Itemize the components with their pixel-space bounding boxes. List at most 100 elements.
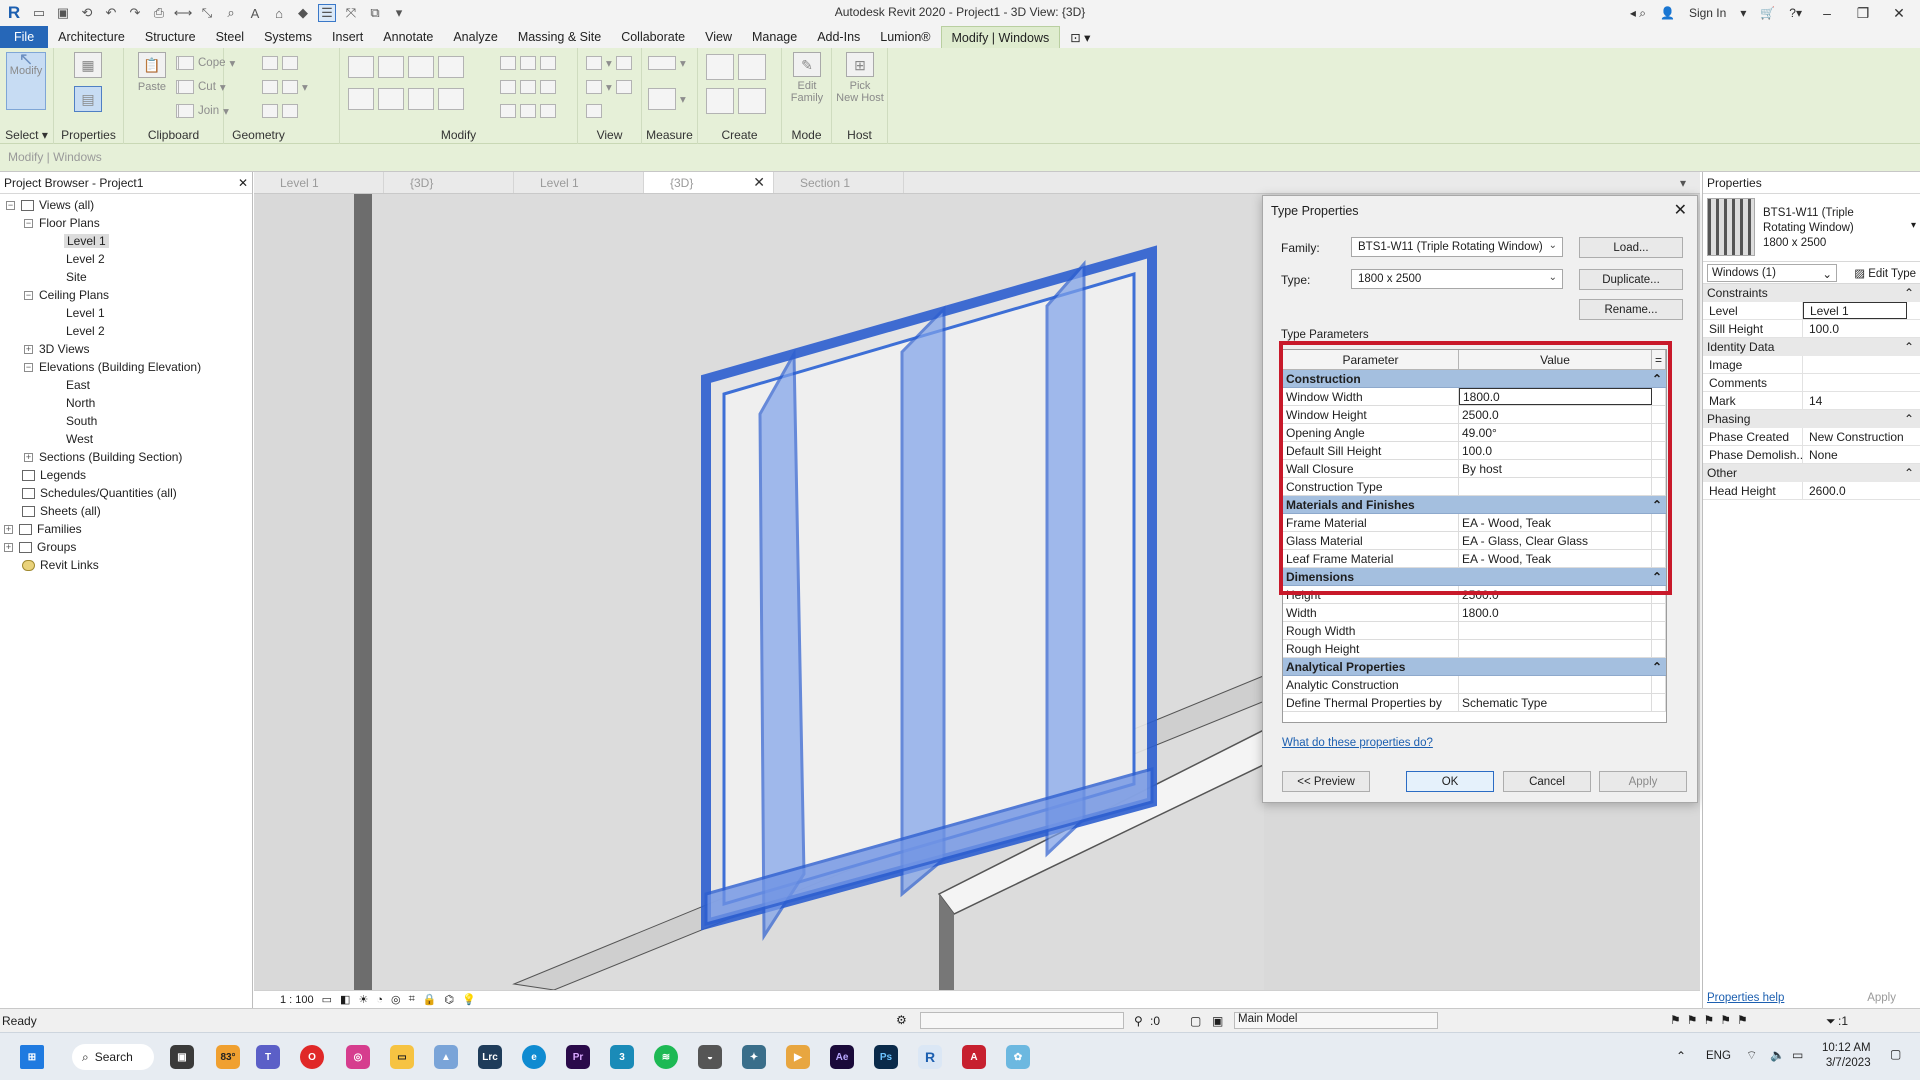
open-icon[interactable]: ▭ (30, 4, 48, 22)
user-icon[interactable]: 👤 (1660, 6, 1675, 20)
revit-logo-icon[interactable]: R (4, 3, 24, 23)
tree-item-north[interactable]: North (66, 394, 95, 412)
rename-button[interactable]: Rename... (1579, 299, 1683, 320)
reveal-icon[interactable]: 💡 (462, 993, 476, 1006)
tree-item-groups[interactable]: + Groups (4, 538, 76, 556)
crop-icon[interactable]: ⌗ (409, 993, 415, 1006)
filter-icon[interactable]: ⏷ (1826, 1014, 1836, 1029)
tree-item-floor-level-2[interactable]: Level 2 (66, 250, 105, 268)
close-button[interactable]: ✕ (1888, 5, 1910, 22)
text-icon[interactable]: A (246, 4, 264, 22)
param-row[interactable]: Window Width 1800.0 (1283, 388, 1666, 406)
design-options-icon[interactable]: ▢ (1190, 1014, 1201, 1028)
sign-in-link[interactable]: Sign In (1689, 6, 1726, 20)
switch-windows-icon[interactable]: ⧉ (366, 4, 384, 22)
close-icon[interactable]: ✕ (1674, 200, 1687, 220)
load-button[interactable]: Load... (1579, 237, 1683, 258)
volume-icon[interactable]: 🔈 (1770, 1048, 1785, 1062)
section-construction[interactable]: Construction ⌃ (1283, 370, 1666, 388)
view-tab-3d-active[interactable]: {3D} ✕ (644, 172, 774, 193)
param-row[interactable]: Height 2500.0 (1283, 586, 1666, 604)
view-tab-level-1-b[interactable]: Level 1 (514, 172, 644, 193)
tree-item-east[interactable]: East (66, 376, 90, 394)
prop-row[interactable]: Comments (1703, 374, 1920, 392)
section-dimensions[interactable]: Dimensions ⌃ (1283, 568, 1666, 586)
tree-item-west[interactable]: West (66, 430, 93, 448)
ribbon-options-icon[interactable]: ⊡ ▾ (1060, 26, 1100, 48)
view-tab-level-1[interactable]: Level 1 (254, 172, 384, 193)
window-width-input[interactable]: 1800.0 (1459, 388, 1652, 405)
restore-button[interactable]: ❐ (1852, 5, 1874, 22)
modify-small-tools-3[interactable] (500, 104, 556, 118)
param-row[interactable]: Rough Height (1283, 640, 1666, 658)
task-view-icon[interactable]: ▣ (170, 1045, 194, 1069)
param-row[interactable]: Window Height 2500.0 (1283, 406, 1666, 424)
section-icon[interactable]: ◆ (294, 4, 312, 22)
start-icon[interactable]: ⊞ (20, 1045, 44, 1069)
premiere-icon[interactable]: Pr (566, 1045, 590, 1069)
prop-section-identity[interactable]: Identity Data ⌃ (1703, 338, 1920, 356)
chevron-down-icon[interactable]: ▾ (1740, 6, 1746, 20)
properties-apply-button[interactable]: Apply (1867, 992, 1916, 1004)
type-selector[interactable]: BTS1-W11 (Triple Rotating Window) 1800 x… (1703, 194, 1920, 262)
create-tools-2[interactable] (706, 88, 766, 114)
tab-massing-site[interactable]: Massing & Site (508, 26, 611, 48)
visual-style-icon[interactable]: ◧ (340, 993, 350, 1006)
tree-item-ceiling-plans[interactable]: − Ceiling Plans (24, 286, 109, 304)
wifi-icon[interactable]: ⌔ (1746, 1048, 1757, 1063)
edge-icon[interactable]: e (522, 1045, 546, 1069)
instagram-icon[interactable]: ◎ (346, 1045, 370, 1069)
prop-section-constraints[interactable]: Constraints ⌃ (1703, 284, 1920, 302)
edit-type-button[interactable]: ▨ Edit Type (1854, 266, 1916, 280)
geometry-tools-row-2[interactable]: ▾ (262, 80, 308, 94)
photoshop-icon[interactable]: Ps (874, 1045, 898, 1069)
prop-row[interactable]: Mark 14 (1703, 392, 1920, 410)
join-button[interactable]: Join ▾ (178, 104, 229, 118)
param-row[interactable]: Define Thermal Properties by Schematic Ty… (1283, 694, 1666, 712)
taskbar-search[interactable]: ⌕ Search (72, 1044, 154, 1070)
tree-item-families[interactable]: + Families (4, 520, 82, 538)
measure-icon[interactable]: ⟷ (174, 4, 193, 22)
tray-chevron-icon[interactable]: ⌃ (1676, 1049, 1686, 1063)
tab-modify-windows[interactable]: Modify | Windows (940, 26, 1061, 48)
worksets-icon[interactable]: ⚙ (896, 1013, 907, 1027)
notification-icon[interactable]: ▢ (1890, 1047, 1901, 1061)
tree-item-south[interactable]: South (66, 412, 97, 430)
design-options-icon-2[interactable]: ▣ (1212, 1014, 1223, 1028)
thin-lines-icon[interactable]: ☰ (318, 4, 336, 22)
spotify-icon[interactable]: ≋ (654, 1045, 678, 1069)
modify-small-tools-1[interactable] (500, 56, 556, 70)
tag-icon[interactable]: ⌕ (222, 4, 240, 22)
tree-item-ceiling-level-2[interactable]: Level 2 (66, 322, 105, 340)
shadows-icon[interactable]: ◔ (376, 994, 383, 1006)
prop-row[interactable]: Head Height 2600.0 (1703, 482, 1920, 500)
dimension-tool[interactable]: ▾ (648, 88, 686, 110)
opera-icon[interactable]: O (300, 1045, 324, 1069)
prop-row[interactable]: Sill Height 100.0 (1703, 320, 1920, 338)
tree-item-floor-plans[interactable]: − Floor Plans (24, 214, 100, 232)
tab-annotate[interactable]: Annotate (373, 26, 443, 48)
tree-item-sheets[interactable]: Sheets (all) (22, 502, 101, 520)
lock-view-icon[interactable]: 🔒 (423, 993, 437, 1006)
weather-icon[interactable]: 83° (216, 1045, 240, 1069)
undo-icon[interactable]: ↶ (102, 4, 120, 22)
prop-section-phasing[interactable]: Phasing ⌃ (1703, 410, 1920, 428)
properties-help-link[interactable]: Properties help (1707, 992, 1784, 1004)
photos-icon[interactable]: ▲ (434, 1045, 458, 1069)
detail-level-icon[interactable]: ▭ (322, 993, 332, 1006)
tree-item-floor-level-1[interactable]: Level 1 (64, 232, 109, 250)
properties-button[interactable]: ▤ (68, 86, 108, 116)
tab-lumion[interactable]: Lumion® (870, 26, 940, 48)
close-icon[interactable]: ✕ (238, 176, 248, 190)
tree-item-elevations[interactable]: − Elevations (Building Elevation) (24, 358, 201, 376)
view-scale[interactable]: 1 : 100 (280, 994, 314, 1006)
battery-icon[interactable]: ▭ (1792, 1048, 1803, 1062)
move-copy-rotate-row[interactable] (348, 88, 464, 110)
tab-analyze[interactable]: Analyze (443, 26, 507, 48)
preview-button[interactable]: << Preview (1282, 771, 1370, 792)
print-icon[interactable]: ⎙ (150, 4, 168, 22)
paste-button[interactable]: 📋 Paste (132, 52, 172, 104)
view-tools-3[interactable] (586, 104, 602, 118)
aligned-dimension-icon[interactable]: ⤡ (198, 4, 216, 22)
search-icon[interactable]: ◂ ⌕ (1630, 6, 1646, 21)
